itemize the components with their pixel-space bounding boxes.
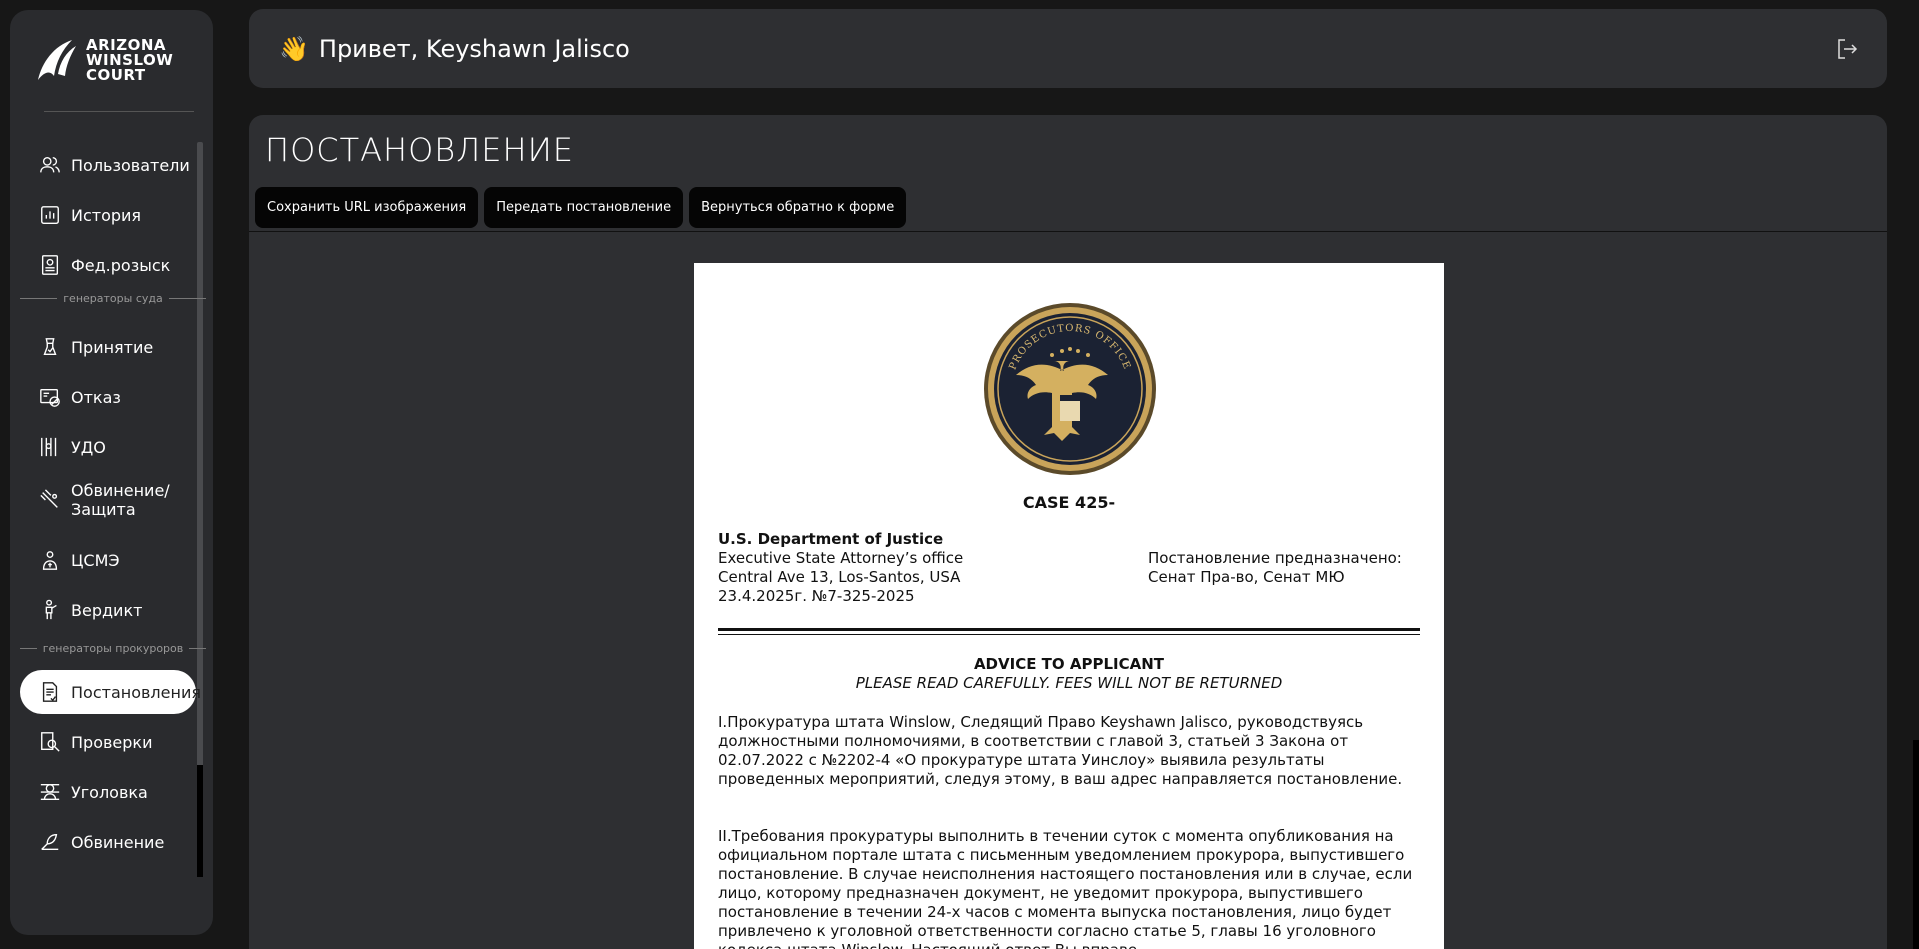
sidebar-item-label: Пользователи xyxy=(71,155,190,175)
sidebar-item-label: Постановления xyxy=(71,682,201,702)
refusal-icon xyxy=(40,388,60,407)
department-block: U.S. Department of Justice Executive Sta… xyxy=(718,530,963,606)
office-address: Central Ave 13, Los-Santos, USA xyxy=(718,568,961,586)
medical-examiner-icon xyxy=(42,551,58,570)
logout-icon[interactable] xyxy=(1835,37,1859,61)
accept-icon xyxy=(43,338,57,356)
sidebar-item-label: Вердикт xyxy=(71,600,143,620)
sidebar-item-label: УДО xyxy=(71,437,106,457)
sidebar-item-label: Обвинение xyxy=(71,832,165,852)
verdict-icon xyxy=(45,599,57,620)
sidebar-item-users[interactable]: Пользователи xyxy=(20,143,196,187)
wave-emoji: 👋 xyxy=(279,35,309,63)
addressee-block: Постановление предназначено: Сенат Пра-в… xyxy=(1148,549,1402,587)
greeting: 👋 Привет, Keyshawn Jalisco xyxy=(279,35,630,63)
logo-divider xyxy=(44,111,194,112)
inspection-icon xyxy=(41,732,60,752)
sidebar-item-label: ЦСМЭ xyxy=(71,550,120,570)
case-number: CASE 425- xyxy=(1022,493,1116,512)
addressee-value: Сенат Пра-во, Сенат МЮ xyxy=(1148,568,1345,586)
wanted-poster-icon xyxy=(41,255,59,275)
back-to-form-button[interactable]: Вернуться обратно к форме xyxy=(689,187,907,228)
sidebar-item-federal-wanted[interactable]: Фед.розыск xyxy=(20,243,196,287)
section-divider-label: генераторы суда xyxy=(63,292,163,305)
sidebar-item-label: Уголовка xyxy=(71,782,148,802)
page-scrollbar-thumb[interactable] xyxy=(1913,740,1919,949)
court-logo-icon xyxy=(38,40,76,80)
section-divider-court: генераторы суда xyxy=(20,292,206,305)
header-rule-thin xyxy=(718,634,1420,635)
prison-bars-icon xyxy=(41,437,57,457)
logo-text: ARIZONA WINSLOW COURT xyxy=(86,37,173,84)
section-divider-prosecutors: генераторы прокуроров xyxy=(20,642,206,655)
save-image-url-button[interactable]: Сохранить URL изображения xyxy=(255,187,479,228)
sidebar-scrollbar-thumb[interactable] xyxy=(197,765,203,877)
prosecutors-office-seal-icon: PROSECUTORS OFFICE xyxy=(984,303,1156,475)
sidebar-item-parole[interactable]: УДО xyxy=(20,425,196,469)
sidebar-item-accusation[interactable]: Обвинение xyxy=(20,820,196,864)
advice-subtitle: PLEASE READ CAREFULLY. FEES WILL NOT BE … xyxy=(855,674,1283,692)
sidebar-item-criminal[interactable]: Уголовка xyxy=(20,770,196,814)
sidebar-item-acceptance[interactable]: Принятие xyxy=(20,325,196,369)
users-icon xyxy=(40,156,60,173)
sidebar-item-label: Отказ xyxy=(71,387,121,407)
sidebar-item-label: Проверки xyxy=(71,732,153,752)
sidebar-item-resolutions[interactable]: Постановления xyxy=(20,670,201,714)
document-paragraph-2: II.Требования прокуратуры выполнить в те… xyxy=(718,827,1413,949)
sidebar-item-forensics[interactable]: ЦСМЭ xyxy=(20,538,196,582)
department-name: U.S. Department of Justice xyxy=(718,530,944,548)
header-rule xyxy=(718,628,1420,631)
gavel-icon xyxy=(40,489,58,508)
office-name: Executive State Attorney’s office xyxy=(718,549,964,567)
sidebar-item-inspections[interactable]: Проверки xyxy=(20,720,196,764)
resolution-document: PROSECUTORS OFFICE CASE 425- U.S. Depart… xyxy=(694,263,1444,949)
sidebar-item-refusal[interactable]: Отказ xyxy=(20,375,196,419)
sidebar-item-label: Принятие xyxy=(71,337,154,357)
sidebar-item-history[interactable]: История xyxy=(20,193,196,237)
sidebar: ARIZONA WINSLOW COURT Пользователи Истор… xyxy=(10,10,213,935)
sidebar-item-prosecution-defense[interactable]: Обвинение/ Защита xyxy=(20,475,196,525)
document-date-ref: 23.4.2025г. №7-325-2025 xyxy=(718,587,915,605)
accusation-icon xyxy=(41,833,59,851)
page-title: ПОСТАНОВЛЕНИЕ xyxy=(265,131,574,169)
logo[interactable]: ARIZONA WINSLOW COURT xyxy=(32,36,173,84)
sidebar-item-label: Фед.розыск xyxy=(71,255,171,275)
sidebar-item-verdict[interactable]: Вердикт xyxy=(20,588,196,632)
advice-title: ADVICE TO APPLICANT xyxy=(973,655,1165,673)
send-resolution-button[interactable]: Передать постановление xyxy=(484,187,684,228)
chart-icon xyxy=(41,206,59,224)
greeting-text: Привет, Keyshawn Jalisco xyxy=(318,35,630,63)
header: 👋 Привет, Keyshawn Jalisco xyxy=(249,9,1887,88)
toolbar: Сохранить URL изображения Передать поста… xyxy=(255,187,907,228)
criminal-icon xyxy=(40,783,60,801)
logo-line-3: COURT xyxy=(86,65,146,84)
sidebar-item-label: История xyxy=(71,205,142,225)
addressee-label: Постановление предназначено: xyxy=(1148,549,1402,567)
section-divider-label: генераторы прокуроров xyxy=(42,642,184,655)
sidebar-item-label: Обвинение/ Защита xyxy=(71,481,170,519)
document-paragraph-1: I.Прокуратура штата Winslow, Следящий Пр… xyxy=(718,713,1403,788)
document-icon xyxy=(42,682,58,702)
